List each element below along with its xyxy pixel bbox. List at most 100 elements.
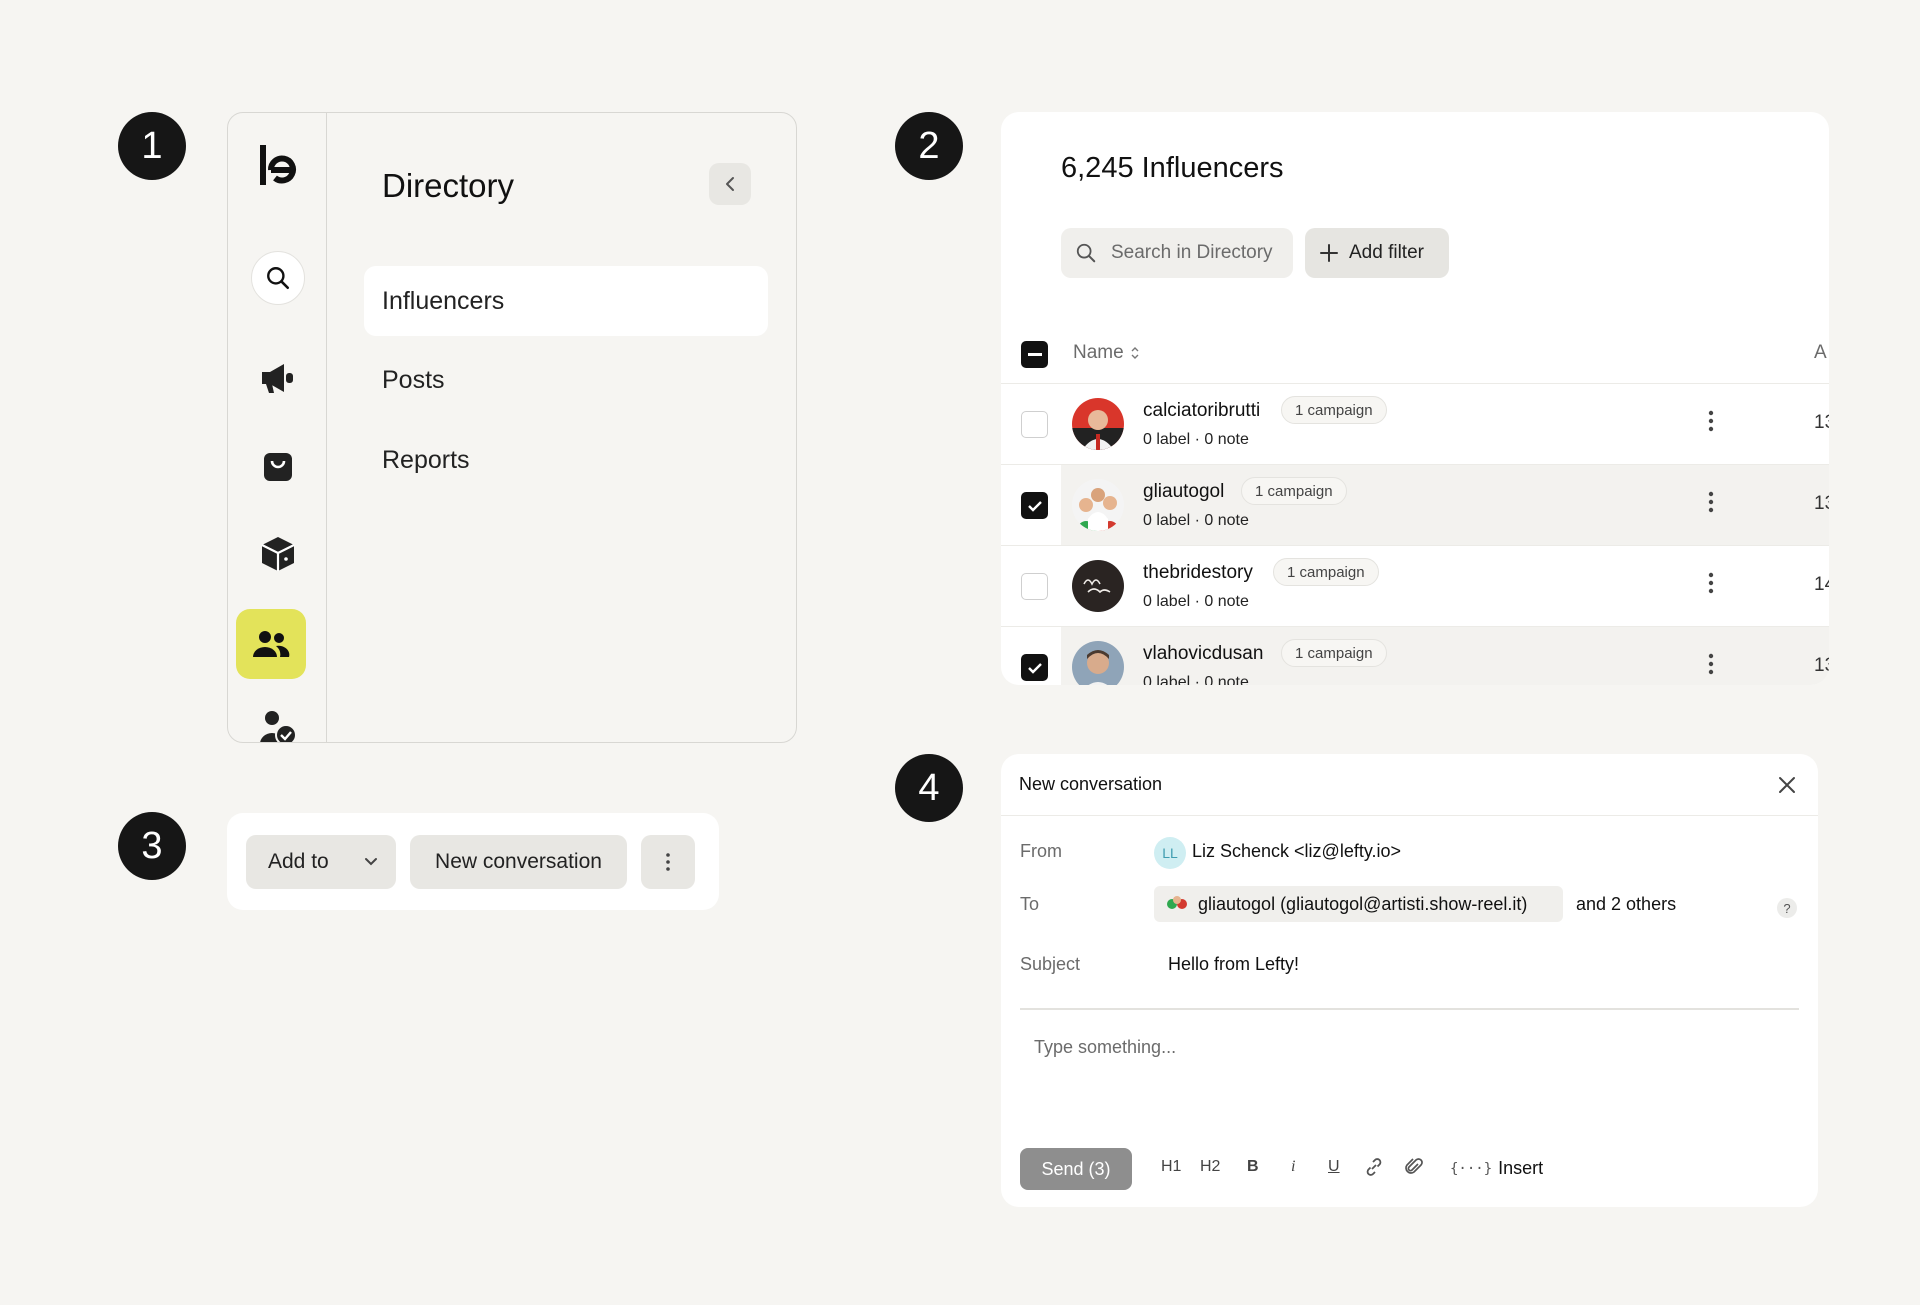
add-to-dropdown[interactable]: Add to [246, 835, 396, 889]
heading1-button[interactable]: H1 [1161, 1158, 1181, 1176]
add-to-label: Add to [268, 850, 329, 873]
influencer-username[interactable]: gliautogol [1143, 481, 1224, 503]
search-icon [251, 251, 305, 305]
insert-label: Insert [1498, 1158, 1544, 1178]
cube-icon [261, 537, 295, 571]
composer-header: New conversation [1001, 754, 1818, 816]
row-menu-button[interactable] [1707, 651, 1715, 682]
nav-item-reports[interactable]: Reports [364, 425, 768, 495]
icon-rail [228, 113, 327, 742]
search-nav-button[interactable] [250, 250, 306, 306]
insert-variable-button[interactable]: {···} Insert [1450, 1158, 1543, 1179]
step-badge-4: 4 [895, 754, 963, 822]
table-row[interactable]: calciatoribrutti 1 campaign 0 label · 0 … [1001, 384, 1829, 465]
check-icon [1027, 500, 1042, 512]
row-checkbox[interactable] [1021, 492, 1048, 519]
nav-item-label: Influencers [382, 286, 505, 315]
chevron-left-icon [726, 177, 734, 191]
table-row[interactable]: vlahovicdusan 1 campaign 0 label · 0 not… [1001, 627, 1829, 685]
row-menu-button[interactable] [1707, 570, 1715, 601]
chevron-down-icon [364, 858, 377, 866]
braces-icon: {···} [1450, 1160, 1493, 1177]
column-a-value: 13 [1814, 412, 1829, 433]
row-checkbox[interactable] [1021, 411, 1048, 438]
plus-icon [1320, 244, 1338, 262]
products-nav-button[interactable] [250, 526, 306, 582]
influencer-username[interactable]: calciatoribrutti [1143, 400, 1260, 422]
relations-nav-button[interactable] [250, 699, 306, 742]
from-value[interactable]: Liz Schenck <liz@lefty.io> [1192, 841, 1401, 862]
campaign-badge: 1 campaign [1273, 558, 1379, 586]
user-check-icon [260, 711, 297, 742]
row-checkbox[interactable] [1021, 573, 1048, 600]
column-header-name[interactable]: Name [1073, 342, 1140, 364]
shopping-bag-icon [264, 453, 292, 481]
step-badge-3: 3 [118, 812, 186, 880]
nav-item-posts[interactable]: Posts [364, 345, 768, 415]
new-conversation-label: New conversation [435, 850, 602, 873]
divider [1020, 1008, 1799, 1010]
paperclip-icon [1405, 1158, 1423, 1174]
lefty-logo[interactable] [250, 138, 306, 194]
attach-button[interactable] [1404, 1157, 1424, 1177]
new-conversation-composer: New conversation From LL Liz Schenck <li… [1001, 754, 1818, 1207]
nav-item-influencers[interactable]: Influencers [364, 266, 768, 336]
close-button[interactable] [1777, 775, 1797, 800]
italic-button[interactable]: i [1291, 1158, 1295, 1176]
search-input[interactable]: Search in Directory [1061, 228, 1293, 278]
avatar [1072, 641, 1124, 685]
sidebar-panel: Directory Influencers Posts Reports [227, 112, 797, 743]
row-menu-button[interactable] [1707, 408, 1715, 439]
row-checkbox[interactable] [1021, 654, 1048, 681]
influencer-meta: 0 label · 0 note [1143, 431, 1249, 448]
link-icon [1366, 1158, 1382, 1176]
select-all-checkbox[interactable] [1021, 341, 1048, 368]
more-vertical-icon [666, 853, 670, 871]
new-conversation-button[interactable]: New conversation [410, 835, 627, 889]
recipients-more-link[interactable]: and 2 others [1576, 894, 1676, 915]
send-button[interactable]: Send (3) [1020, 1148, 1132, 1190]
add-filter-button[interactable]: Add filter [1305, 228, 1449, 278]
message-body-input[interactable]: Type something... [1034, 1037, 1176, 1058]
influencer-username[interactable]: vlahovicdusan [1143, 643, 1263, 665]
link-button[interactable] [1364, 1157, 1384, 1177]
row-menu-button[interactable] [1707, 489, 1715, 520]
bold-button[interactable]: B [1247, 1158, 1259, 1176]
more-vertical-icon [1708, 491, 1714, 513]
help-icon[interactable]: ? [1777, 898, 1797, 918]
more-vertical-icon [1708, 653, 1714, 675]
store-nav-button[interactable] [250, 438, 306, 494]
table-row[interactable]: thebridestory 1 campaign 0 label · 0 not… [1001, 546, 1829, 627]
collapse-sidebar-button[interactable] [709, 163, 751, 205]
column-a-value: 14 [1814, 574, 1829, 595]
influencers-nav-button[interactable] [236, 609, 306, 679]
campaigns-nav-button[interactable] [250, 350, 306, 406]
recipient-label: gliautogol (gliautogol@artisti.show-reel… [1198, 893, 1528, 914]
more-vertical-icon [1708, 410, 1714, 432]
search-placeholder: Search in Directory [1111, 242, 1273, 263]
more-actions-button[interactable] [641, 835, 695, 889]
step-badge-1: 1 [118, 112, 186, 180]
influencer-meta: 0 label · 0 note [1143, 512, 1249, 529]
table-row[interactable]: gliautogol 1 campaign 0 label · 0 note 1… [1001, 465, 1829, 546]
influencer-meta: 0 label · 0 note [1143, 674, 1249, 685]
column-header-label: Name [1073, 342, 1124, 363]
avatar [1072, 479, 1124, 531]
megaphone-icon [262, 364, 293, 393]
influencer-list-panel: 6,245 Influencers Search in Directory Ad… [1001, 112, 1829, 685]
campaign-badge: 1 campaign [1281, 639, 1387, 667]
recipient-chip[interactable]: gliautogol (gliautogol@artisti.show-reel… [1154, 886, 1563, 922]
campaign-badge: 1 campaign [1281, 396, 1387, 424]
subject-input[interactable]: Hello from Lefty! [1168, 954, 1299, 975]
underline-button[interactable]: U [1328, 1158, 1340, 1176]
subject-label: Subject [1020, 954, 1081, 974]
influencer-username[interactable]: thebridestory [1143, 562, 1253, 584]
avatar [1167, 896, 1187, 909]
nav-item-label: Reports [382, 445, 470, 474]
column-a-value: 13 [1814, 493, 1829, 514]
heading2-button[interactable]: H2 [1200, 1158, 1220, 1176]
influencer-count-title: 6,245 Influencers [1061, 152, 1284, 184]
column-header-a[interactable]: A [1814, 342, 1827, 364]
avatar [1072, 398, 1124, 450]
avatar [1072, 560, 1124, 612]
